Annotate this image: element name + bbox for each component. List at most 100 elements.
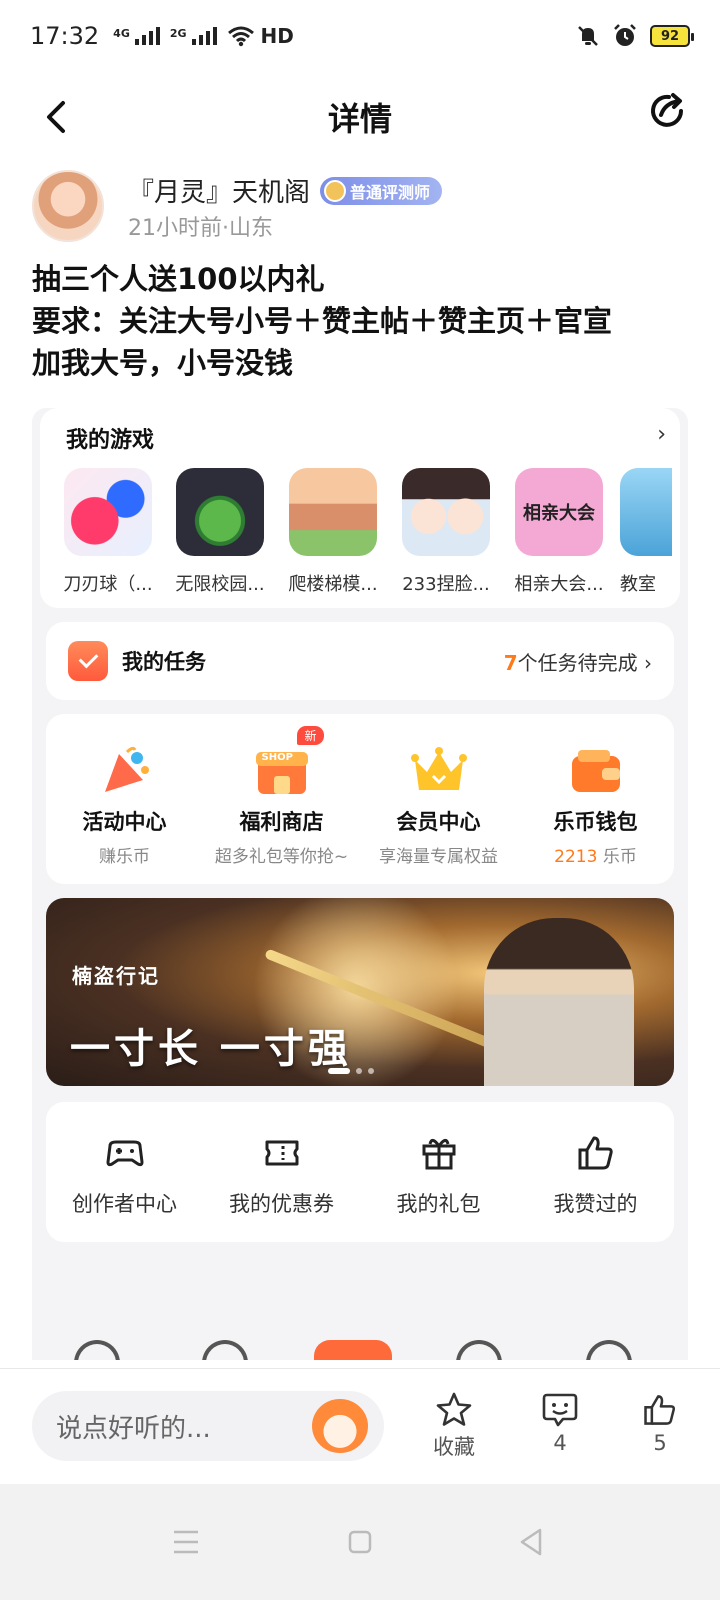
share-icon	[651, 93, 683, 127]
service-name: 会员中心	[396, 810, 481, 834]
star-icon	[436, 1392, 472, 1426]
back-button[interactable]	[30, 90, 84, 144]
game-icon	[402, 468, 490, 556]
tool-liked: 我赞过的	[517, 1132, 674, 1218]
new-badge: 新	[297, 726, 324, 745]
game-name: 无限校园...	[175, 574, 265, 595]
my-tasks-label: 我的任务	[122, 650, 206, 674]
my-games-title: 我的游戏	[66, 428, 155, 453]
game-icon	[64, 468, 152, 556]
party-popper-icon	[97, 746, 153, 796]
service-sub: 超多礼包等你抢~	[214, 847, 349, 867]
tasks-suffix: 个任务待完成	[517, 650, 638, 675]
emoji-mascot-icon[interactable]	[312, 1399, 368, 1453]
post-content: 抽三个人送100以内礼 要求：关注大号小号＋赞主帖＋赞主页＋官宣 加我大号，小号…	[32, 258, 692, 384]
game-name: 233捏脸...	[402, 574, 490, 595]
banner-hero	[484, 918, 634, 1086]
favorite-button[interactable]: 收藏	[414, 1391, 494, 1461]
tool-name: 我的礼包	[396, 1192, 481, 1216]
tool-creator-center: 创作者中心	[46, 1132, 203, 1218]
favorite-label: 收藏	[433, 1435, 475, 1459]
shop-icon-text: SHOP	[261, 752, 293, 763]
service-name: 活动中心	[82, 810, 167, 834]
share-button[interactable]	[640, 84, 694, 138]
avatar[interactable]	[32, 170, 104, 242]
comment-input[interactable]: 说点好听的...	[32, 1391, 384, 1461]
chevron-right-icon: ›	[657, 422, 666, 447]
game-icon	[176, 468, 264, 556]
badge-label: 普通评测师	[350, 182, 431, 202]
game-item: 刀刃球（...	[56, 468, 160, 596]
services-card: 活动中心 赚乐币 SHOP 新 福利商店 超多礼包等你抢~ 会员中心 享海量专属…	[46, 714, 674, 884]
service-name: 乐币钱包	[553, 810, 638, 834]
service-sub: 2213 乐币	[517, 842, 674, 867]
my-games-card: 我的游戏 › 刀刃球（... 无限校园... 爬楼梯模... 233捏脸... …	[40, 408, 680, 608]
calendar-check-icon	[68, 641, 108, 681]
mute-icon	[578, 26, 598, 46]
game-item: 233捏脸...	[394, 468, 498, 596]
post-line: 加我大号，小号没钱	[32, 346, 294, 380]
tool-name: 我的优惠券	[229, 1192, 334, 1216]
chevron-left-icon	[47, 101, 65, 133]
comment-count: 4	[553, 1431, 567, 1455]
game-icon: 相亲大会	[515, 468, 603, 556]
home-icon	[74, 1340, 120, 1360]
game-icon	[620, 468, 672, 556]
menu-icon[interactable]	[164, 1520, 208, 1564]
tool-coupons: 我的优惠券	[203, 1132, 360, 1218]
thumbs-up-icon	[578, 1136, 613, 1170]
tools-card: 创作者中心 我的优惠券 我的礼包 我赞过的	[46, 1102, 674, 1242]
post-line: 抽三个人送100以内礼	[32, 262, 325, 296]
comment-button[interactable]: 4	[520, 1391, 600, 1455]
wallet-icon	[568, 746, 624, 796]
service-welfare-shop: SHOP 新 福利商店 超多礼包等你抢~	[203, 726, 360, 867]
network-type-1: 4G	[113, 27, 130, 40]
game-name: 教室	[620, 574, 656, 595]
author-name[interactable]: 『月灵』天机阁	[128, 172, 310, 209]
comment-placeholder: 说点好听的...	[56, 1413, 211, 1444]
home-button-icon[interactable]	[338, 1520, 382, 1564]
system-nav-bar	[0, 1484, 720, 1600]
wallet-balance: 2213	[554, 847, 598, 867]
thumbs-up-icon	[644, 1395, 676, 1425]
shop-icon: SHOP 新	[254, 726, 324, 796]
game-name: 相亲大会...	[514, 574, 604, 595]
wifi-icon	[227, 26, 254, 47]
game-item: 相亲大会 相亲大会...	[507, 468, 611, 596]
service-wallet: 乐币钱包 2213 乐币	[517, 746, 674, 867]
friends-icon	[456, 1340, 502, 1360]
post-line: 要求：关注大号小号＋赞主帖＋赞主页＋官宣	[32, 304, 613, 338]
game-name: 爬楼梯模...	[288, 574, 378, 595]
ticket-icon	[265, 1140, 298, 1166]
carousel-dots	[328, 1068, 374, 1074]
game-item: 无限校园...	[168, 468, 272, 596]
gamepad-icon	[106, 1140, 143, 1167]
gift-icon	[422, 1139, 455, 1170]
tasks-count: 7	[503, 650, 518, 675]
signal-icon-1: 4G	[113, 27, 160, 45]
back-triangle-icon[interactable]	[510, 1520, 554, 1564]
service-name: 福利商店	[239, 810, 324, 834]
crown-icon	[410, 746, 467, 796]
banner-logo: 楠盗行记	[72, 964, 160, 988]
post-image[interactable]: 我的游戏 › 刀刃球（... 无限校园... 爬楼梯模... 233捏脸... …	[32, 408, 688, 1360]
action-bar: 说点好听的... 收藏 4 5	[0, 1368, 720, 1484]
service-member-center: 会员中心 享海量专属权益	[360, 746, 517, 867]
alarm-icon	[614, 24, 636, 46]
game-item: 教室	[620, 468, 672, 596]
page-title: 详情	[327, 100, 392, 138]
badge-icon	[324, 179, 347, 202]
reviewer-badge: 普通评测师	[320, 176, 443, 205]
banner-slogan: 一寸长 一寸强	[70, 1025, 352, 1072]
discover-icon	[202, 1340, 248, 1360]
network-type-2: 2G	[169, 27, 187, 40]
post-meta: 21小时前·山东	[128, 216, 273, 241]
like-button[interactable]: 5	[620, 1391, 700, 1455]
tasks-pending: 7个任务待完成 ›	[503, 650, 652, 675]
tool-gift-packs: 我的礼包	[360, 1132, 517, 1218]
status-time: 17:32	[30, 22, 100, 50]
hd-indicator: HD	[260, 24, 294, 48]
profile-icon	[586, 1340, 632, 1360]
game-icon-text: 相亲大会	[523, 503, 595, 524]
tool-name: 我赞过的	[553, 1192, 638, 1216]
